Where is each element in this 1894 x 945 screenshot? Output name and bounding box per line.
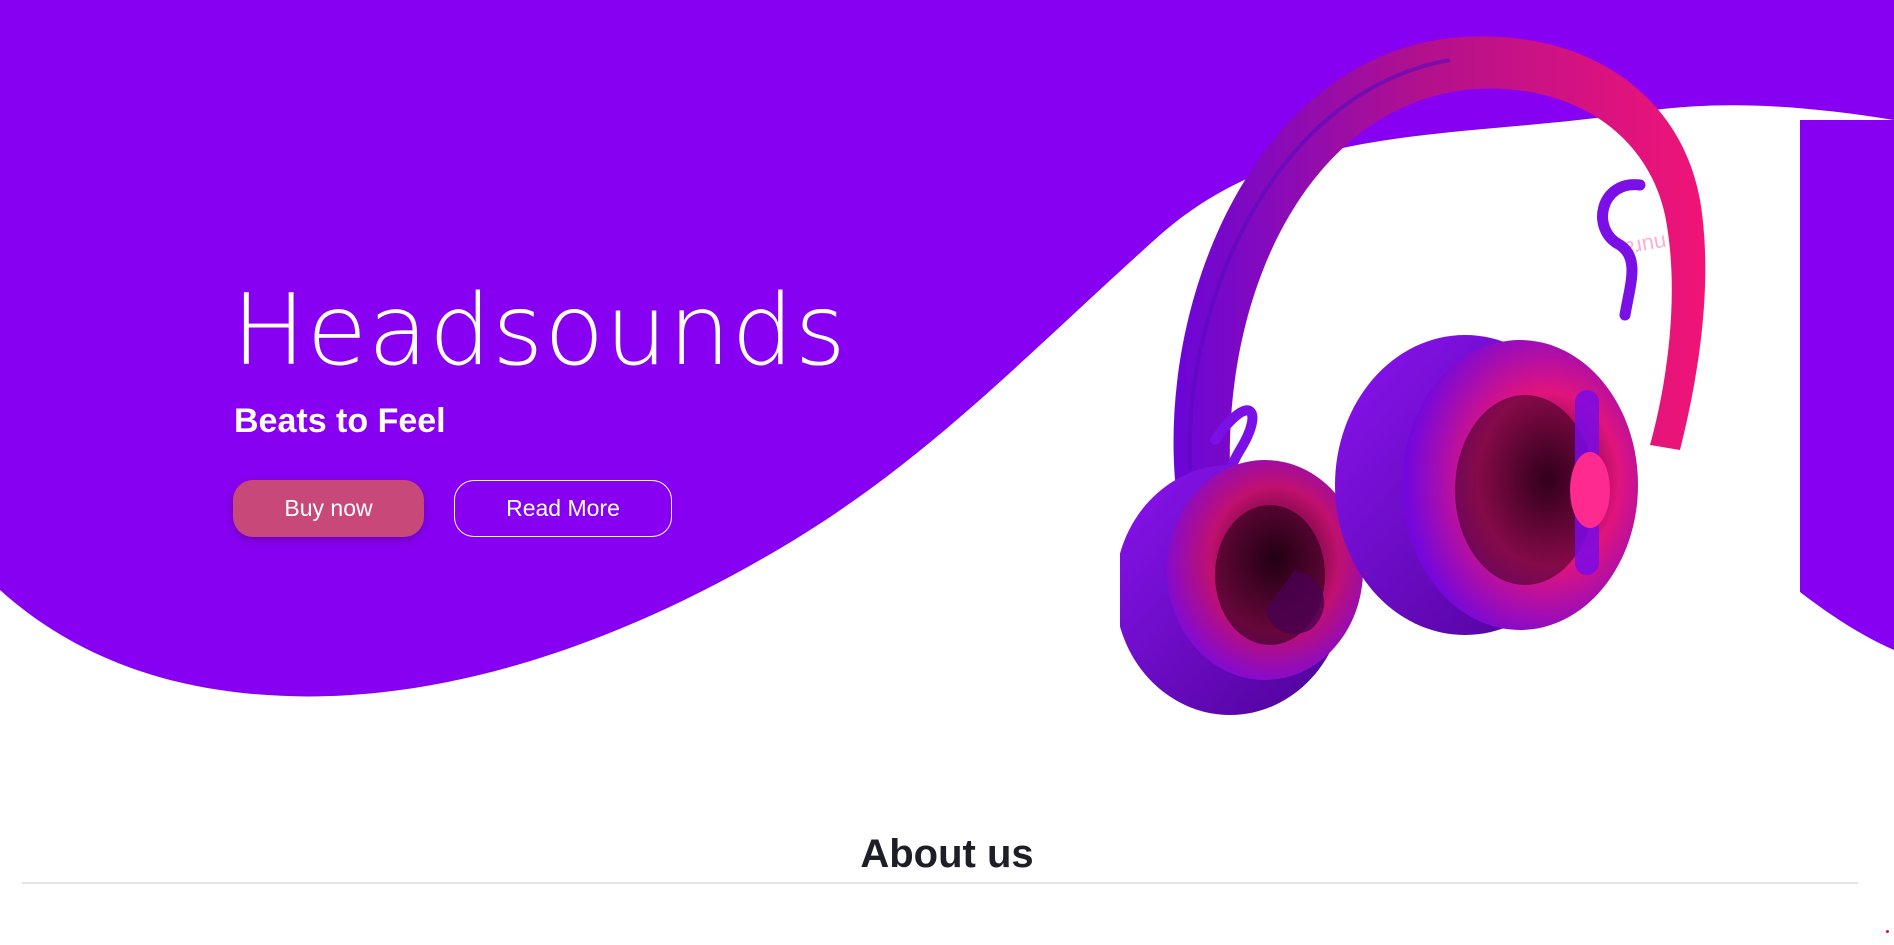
about-title: About us xyxy=(860,832,1034,876)
read-more-button[interactable]: Read More xyxy=(454,480,672,537)
headphones-image: nura xyxy=(1120,36,1706,715)
buy-now-button[interactable]: Buy now xyxy=(233,480,424,537)
decorative-dot xyxy=(1886,930,1889,933)
section-divider xyxy=(22,882,1858,884)
hero-subtitle: Beats to Feel xyxy=(234,402,446,440)
hero-title: Headsounds xyxy=(232,274,847,388)
